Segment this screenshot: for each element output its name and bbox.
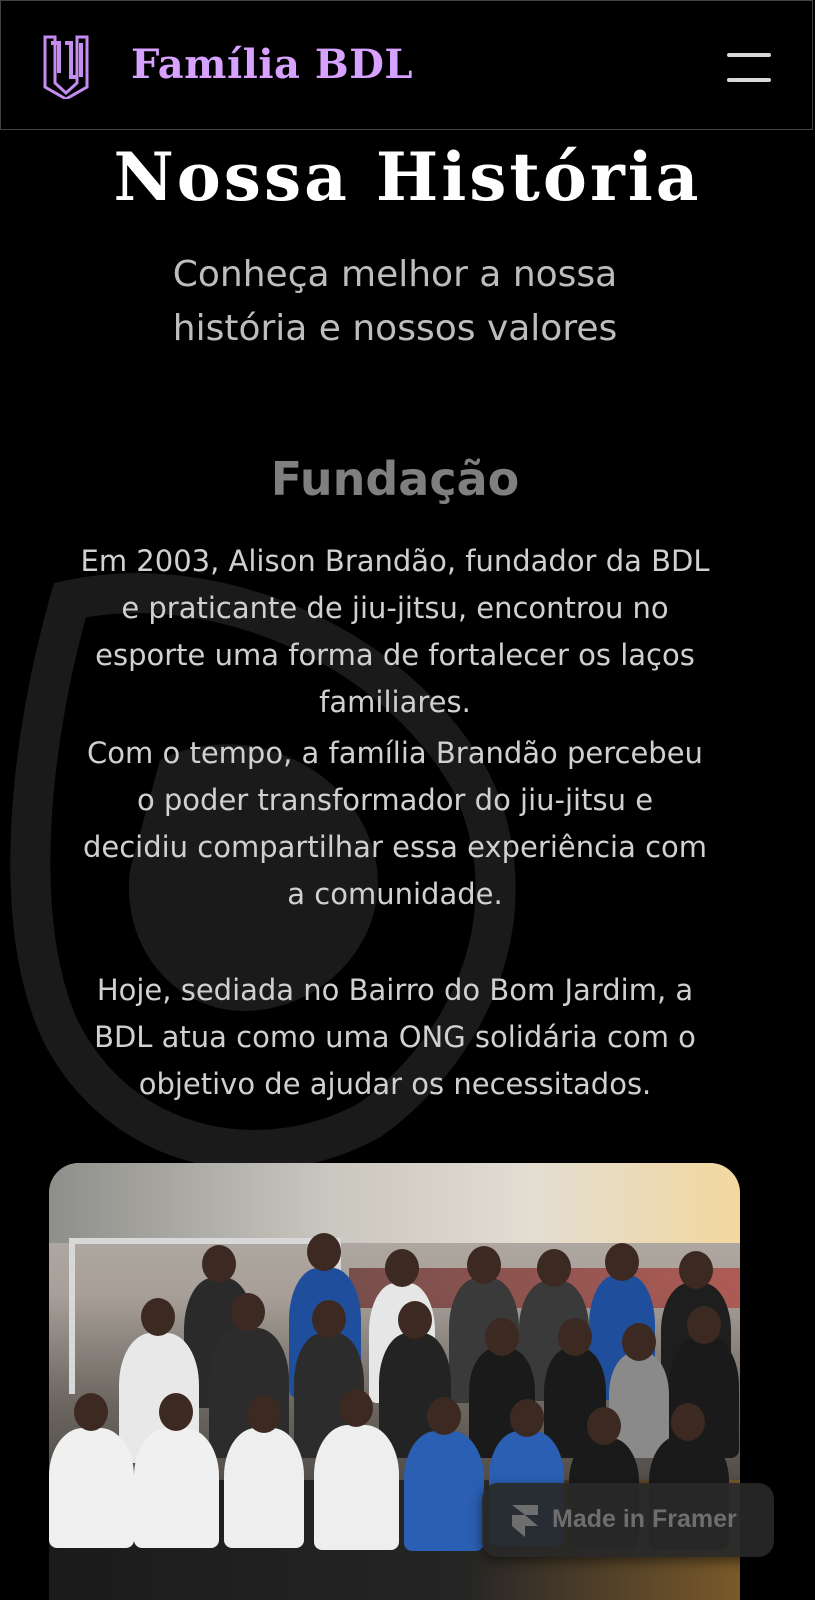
top-navigation-bar: Família BDL [0,0,813,130]
page-subtitle: Conheça melhor a nossa história e nossos… [172,254,618,349]
made-in-framer-label: Made in Framer [552,1505,737,1533]
section-title-fundacao: Fundação [270,452,520,506]
history-paragraph-3: Hoje, sediada no Bairro do Bom Jardim, a… [94,973,696,1101]
menu-line-icon [727,53,771,57]
menu-line-icon [727,78,771,82]
brand-name[interactable]: Família BDL [131,41,413,88]
history-paragraph-1: Em 2003, Alison Brandão, fundador da BDL… [80,544,710,719]
made-in-framer-badge[interactable]: Made in Framer [482,1483,774,1557]
bdl-logo-icon[interactable] [41,33,91,99]
page-title: Nossa História [113,138,702,216]
hamburger-menu-button[interactable] [727,51,771,85]
history-paragraph-2: Com o tempo, a família Brandão percebeu … [82,736,708,911]
framer-icon [512,1505,538,1537]
